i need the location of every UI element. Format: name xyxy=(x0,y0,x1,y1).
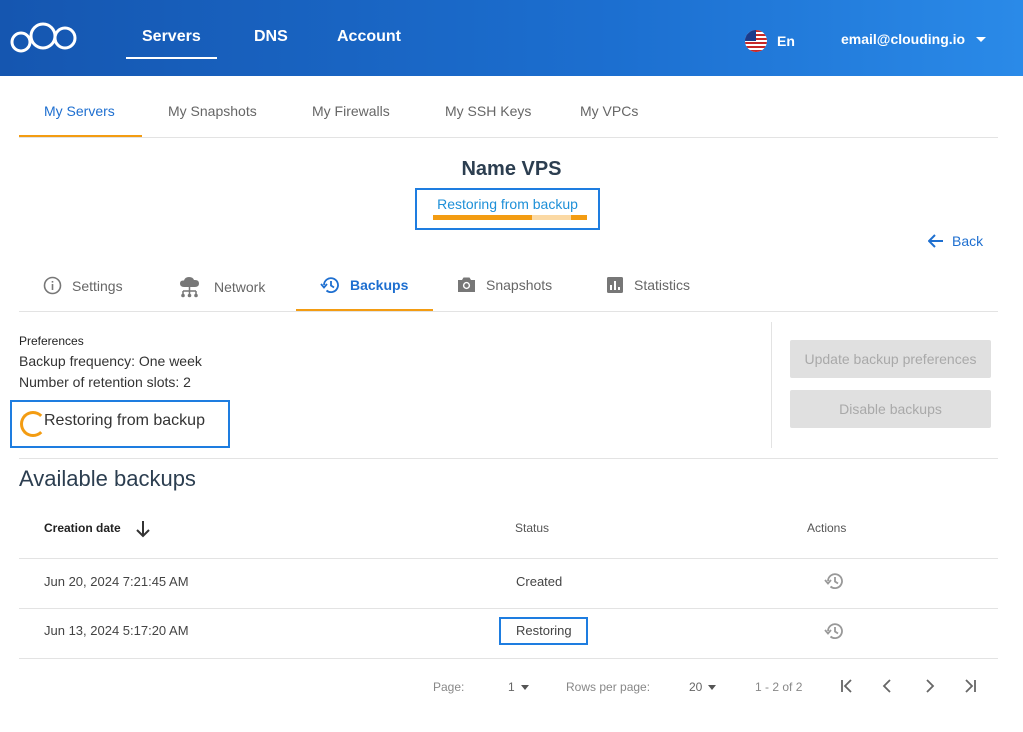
tab-my-ssh-keys[interactable]: My SSH Keys xyxy=(445,103,531,119)
language-selector[interactable]: En xyxy=(777,33,795,49)
disable-backups-button[interactable]: Disable backups xyxy=(790,390,991,428)
rows-per-page-select[interactable]: 20 xyxy=(689,680,717,694)
column-header-actions: Actions xyxy=(807,521,847,535)
server-status-highlight: Restoring from backup xyxy=(415,188,600,230)
column-header-status: Status xyxy=(515,521,550,535)
backup-date: Jun 20, 2024 7:21:45 AM xyxy=(44,574,189,589)
update-backup-preferences-button[interactable]: Update backup preferences xyxy=(790,340,991,378)
restore-icon[interactable] xyxy=(824,572,844,590)
tab-network-label: Network xyxy=(214,279,266,295)
next-page-icon[interactable] xyxy=(920,677,938,695)
previous-page-icon[interactable] xyxy=(879,677,897,695)
camera-icon xyxy=(458,277,475,292)
arrow-left-icon xyxy=(928,234,943,248)
divider xyxy=(19,311,998,312)
tab-network[interactable]: Network xyxy=(178,276,265,298)
info-icon xyxy=(43,276,62,295)
back-button[interactable]: Back xyxy=(928,233,983,249)
us-flag-icon[interactable] xyxy=(745,30,767,52)
tab-settings-label: Settings xyxy=(72,277,123,294)
top-navigation-bar: Servers DNS Account En email@clouding.io xyxy=(0,0,1023,76)
retention-slots: Number of retention slots: 2 xyxy=(19,374,191,390)
creation-date-label: Creation date xyxy=(44,521,121,535)
page-value: 1 xyxy=(508,680,515,694)
backup-status: Created xyxy=(516,574,563,589)
first-page-icon[interactable] xyxy=(838,677,856,695)
progress-segment xyxy=(571,215,587,220)
page-label: Page: xyxy=(433,680,465,694)
divider xyxy=(19,558,998,559)
tab-backups-label: Backups xyxy=(350,277,409,293)
server-name: Name VPS xyxy=(461,158,562,180)
server-status-text: Restoring from backup xyxy=(437,196,578,212)
progress-fill xyxy=(433,215,532,220)
active-nav-indicator xyxy=(126,57,217,59)
nav-servers[interactable]: Servers xyxy=(142,28,201,46)
nav-dns[interactable]: DNS xyxy=(254,28,288,46)
page-range: 1 - 2 of 2 xyxy=(755,680,803,694)
last-page-icon[interactable] xyxy=(961,677,979,695)
bar-chart-icon xyxy=(607,277,623,293)
divider xyxy=(19,658,998,659)
vertical-divider xyxy=(771,322,772,448)
chevron-down-icon[interactable] xyxy=(976,37,986,42)
tab-backups[interactable]: Backups xyxy=(320,276,408,294)
restore-icon[interactable] xyxy=(824,622,844,640)
cloud-network-icon xyxy=(180,277,199,298)
divider xyxy=(19,608,998,609)
loading-spinner-icon xyxy=(20,411,46,437)
back-label: Back xyxy=(952,233,984,249)
sort-arrow-down-icon[interactable] xyxy=(134,519,152,539)
divider xyxy=(19,458,998,459)
tab-my-snapshots[interactable]: My Snapshots xyxy=(168,103,257,119)
tab-my-vpcs[interactable]: My VPCs xyxy=(580,103,638,119)
rows-per-page-value: 20 xyxy=(689,680,703,694)
tab-my-servers[interactable]: My Servers xyxy=(44,103,115,119)
preferences-label: Preferences xyxy=(19,334,84,348)
restoring-status-text: Restoring from backup xyxy=(44,412,205,429)
clouding-logo-icon[interactable] xyxy=(10,18,78,54)
tab-statistics[interactable]: Statistics xyxy=(606,276,690,294)
backup-frequency: Backup frequency: One week xyxy=(19,353,202,369)
rows-per-page-label: Rows per page: xyxy=(566,680,651,694)
chevron-down-icon xyxy=(708,685,717,691)
chevron-down-icon xyxy=(520,685,529,691)
restore-progress-bar xyxy=(433,215,587,220)
divider xyxy=(19,137,998,138)
column-header-creation-date[interactable]: Creation date xyxy=(44,521,121,535)
backup-date: Jun 13, 2024 5:17:20 AM xyxy=(44,623,189,638)
available-backups-title: Available backups xyxy=(19,466,196,491)
tab-statistics-label: Statistics xyxy=(634,277,691,293)
backup-status: Restoring xyxy=(516,623,572,638)
history-icon xyxy=(320,277,339,294)
page-select[interactable]: 1 xyxy=(508,680,529,694)
tab-my-firewalls[interactable]: My Firewalls xyxy=(312,103,390,119)
tab-snapshots[interactable]: Snapshots xyxy=(457,276,552,293)
tab-settings[interactable]: Settings xyxy=(43,276,123,295)
restoring-status-highlight: Restoring from backup xyxy=(10,400,230,448)
nav-account[interactable]: Account xyxy=(337,28,401,46)
tab-snapshots-label: Snapshots xyxy=(486,276,553,293)
account-email[interactable]: email@clouding.io xyxy=(841,31,965,47)
